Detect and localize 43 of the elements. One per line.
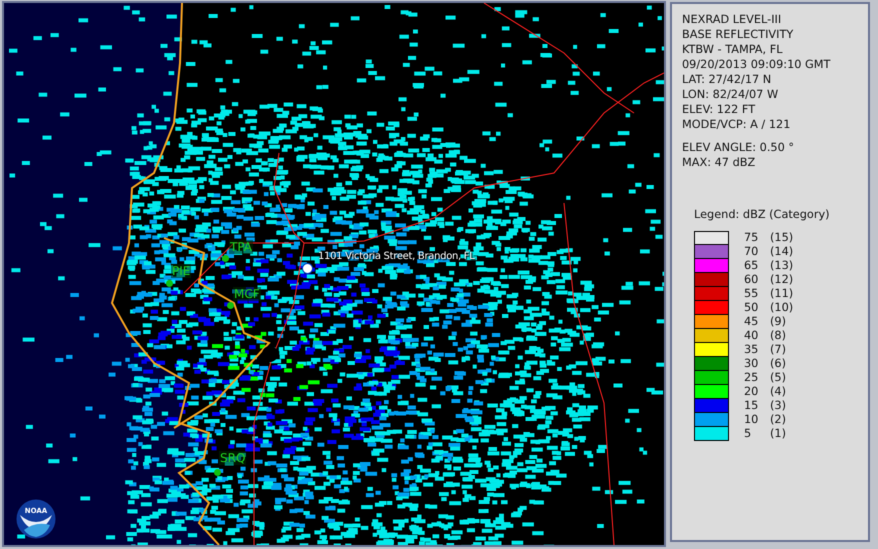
legend-value: 40 [744, 329, 760, 343]
info-text: KTBW - TAMPA, FL [682, 42, 784, 57]
info-text: ELEV: 122 FT [682, 102, 756, 117]
legend-category: (4) [770, 385, 786, 399]
city-label: MCF [233, 287, 261, 301]
legend-category: (7) [770, 343, 786, 357]
legend-category: (15) [770, 231, 794, 245]
legend-category: (11) [770, 287, 794, 301]
legend-value: 75 [744, 231, 760, 245]
legend-value: 15 [744, 399, 760, 413]
legend-value: 60 [744, 273, 760, 287]
legend-value: 5 [744, 427, 752, 441]
legend-category: (1) [770, 427, 786, 441]
legend-category: (6) [770, 357, 786, 371]
legend-value: 55 [744, 287, 760, 301]
legend-title: Legend: dBZ (Category) [694, 207, 831, 222]
legend-value: 10 [744, 413, 760, 427]
legend-category: (10) [770, 301, 794, 315]
info-text: MODE/VCP: A / 121 [682, 117, 792, 132]
legend-category: (8) [770, 329, 786, 343]
legend-category: (9) [770, 315, 786, 329]
legend-category: (14) [770, 245, 794, 259]
legend-value: 25 [744, 371, 760, 385]
legend-value: 20 [744, 385, 760, 399]
legend-value: 35 [744, 343, 760, 357]
legend-value: 30 [744, 357, 760, 371]
legend-value: 50 [744, 301, 760, 315]
info-text: LAT: 27/42/17 N [682, 72, 772, 87]
legend-value: 65 [744, 259, 760, 273]
legend-category: (5) [770, 371, 786, 385]
info-text: NEXRAD LEVEL-III [682, 12, 782, 27]
legend-category: (13) [770, 259, 794, 273]
info-text: BASE REFLECTIVITY [682, 27, 794, 42]
info-text: LON: 82/24/07 W [682, 87, 780, 102]
legend-category: (3) [770, 399, 786, 413]
legend-value: 45 [744, 315, 760, 329]
legend-value: 70 [744, 245, 760, 259]
info-text: MAX: 47 dBZ [682, 155, 756, 170]
city-label: SRQ [219, 451, 246, 465]
info-text: ELEV ANGLE: 0.50 ° [682, 140, 796, 155]
info-text: 09/20/2013 09:09:10 GMT [682, 57, 832, 72]
legend-category: (12) [770, 273, 794, 287]
legend-category: (2) [770, 413, 786, 427]
